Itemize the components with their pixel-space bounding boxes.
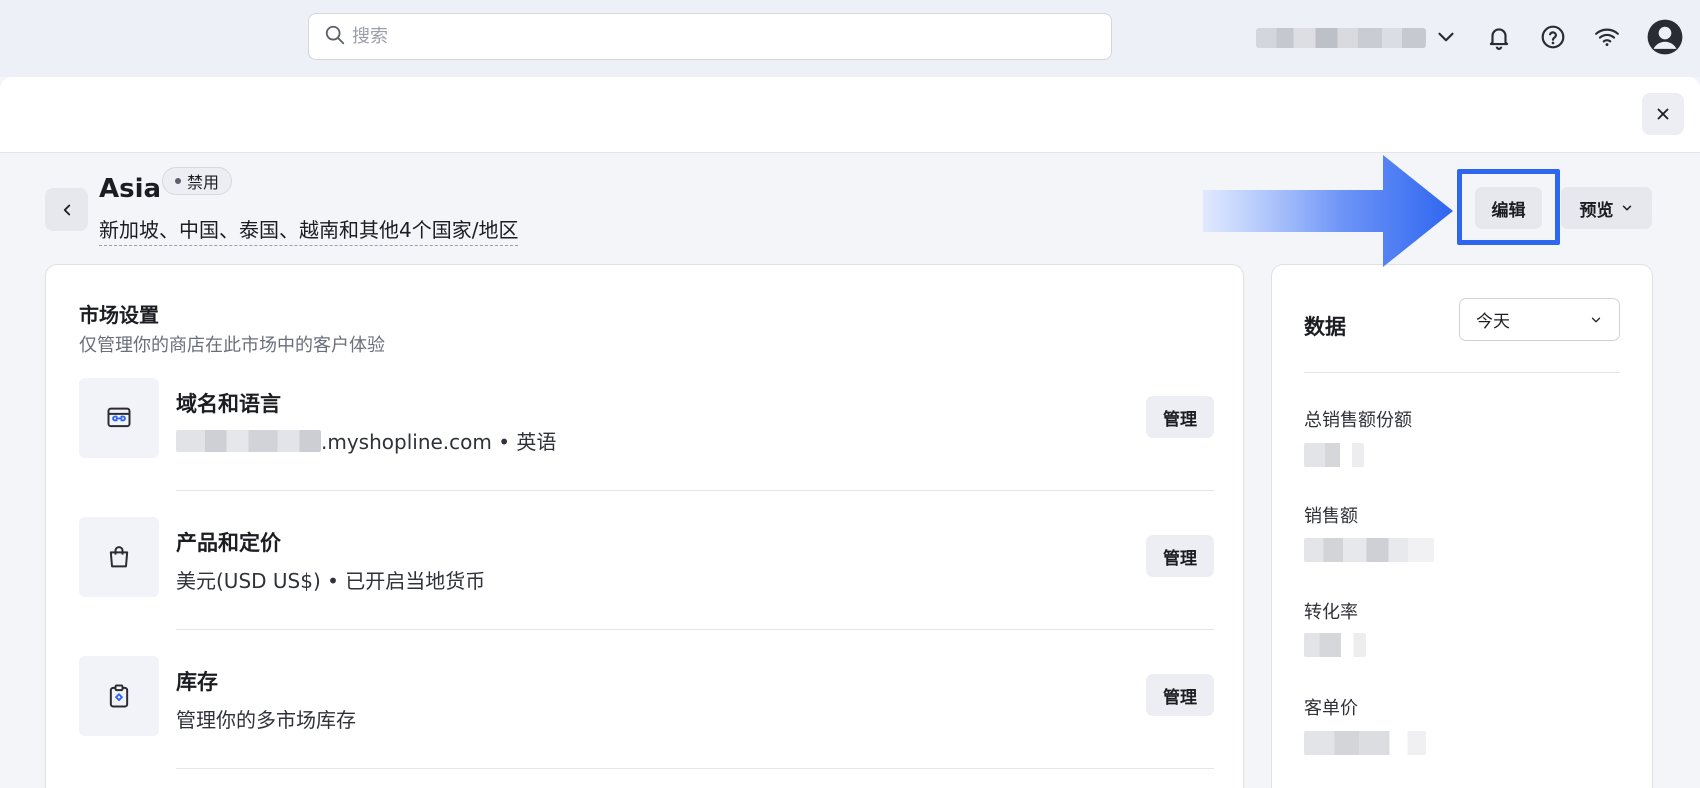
preview-label: 预览	[1579, 200, 1614, 221]
chevron-down-icon[interactable]	[1428, 19, 1464, 55]
row-divider	[176, 490, 1214, 491]
search-icon	[324, 24, 346, 50]
metric-value-redacted	[1304, 443, 1364, 467]
status-label: 禁用	[187, 173, 220, 192]
pointer-arrow-annotation	[1203, 155, 1453, 267]
search-input[interactable]	[352, 26, 1092, 47]
panel-header	[0, 77, 1700, 153]
status-badge: 禁用	[162, 167, 233, 195]
row-description: 美元(USD US$) • 已开启当地货币	[176, 569, 486, 593]
market-countries-subtitle[interactable]: 新加坡、中国、泰国、越南和其他4个国家/地区	[99, 214, 519, 246]
store-name-redacted[interactable]	[1256, 28, 1426, 48]
chevron-left-icon	[63, 204, 70, 215]
wifi-icon[interactable]	[1589, 19, 1625, 55]
metric-label-sales: 销售额	[1304, 506, 1358, 527]
page-title: Asia	[99, 174, 162, 204]
row-title: 域名和语言	[176, 392, 281, 416]
metric-label-conversion: 转化率	[1304, 602, 1358, 623]
row-title: 库存	[176, 670, 218, 694]
edit-button-highlight	[1457, 169, 1560, 245]
setting-row-domain: 域名和语言 .myshopline.com • 英语 管理	[79, 378, 1214, 517]
help-icon[interactable]	[1535, 19, 1571, 55]
row-divider	[176, 768, 1214, 769]
market-settings-title: 市场设置	[79, 303, 159, 327]
metric-label-sales-share: 总销售额份额	[1304, 410, 1412, 431]
setting-row-inventory: 库存 管理你的多市场库存 管理	[79, 656, 1214, 788]
date-range-select[interactable]: 今天	[1459, 298, 1620, 341]
chevron-down-icon	[1622, 205, 1631, 211]
close-button[interactable]	[1642, 93, 1684, 135]
manage-inventory-button[interactable]: 管理	[1146, 674, 1214, 716]
domain-link-icon	[79, 378, 159, 458]
back-button[interactable]	[45, 188, 88, 231]
data-title: 数据	[1304, 315, 1346, 339]
row-divider	[176, 629, 1214, 630]
market-settings-card: 市场设置 仅管理你的商店在此市场中的客户体验 域名和语言 .myshopline…	[45, 264, 1244, 788]
row-title: 产品和定价	[176, 531, 281, 555]
preview-button[interactable]: 预览	[1561, 187, 1652, 229]
bell-icon[interactable]	[1481, 19, 1517, 55]
metric-label-aov: 客单价	[1304, 698, 1358, 719]
date-range-value: 今天	[1476, 312, 1510, 332]
domain-redacted	[176, 429, 321, 452]
row-description: 管理你的多市场库存	[176, 708, 356, 732]
manage-domain-button[interactable]: 管理	[1146, 396, 1214, 438]
manage-products-button[interactable]: 管理	[1146, 535, 1214, 577]
metric-value-redacted	[1304, 731, 1426, 755]
setting-row-products: 产品和定价 美元(USD US$) • 已开启当地货币 管理	[79, 517, 1214, 656]
metric-value-redacted	[1304, 538, 1434, 562]
row-description: .myshopline.com • 英语	[321, 430, 557, 454]
user-avatar-icon[interactable]	[1645, 17, 1685, 57]
close-icon	[1657, 108, 1669, 120]
chevron-down-icon	[1591, 317, 1601, 322]
search-bar[interactable]	[308, 13, 1112, 60]
data-divider	[1304, 372, 1620, 373]
status-dot	[175, 178, 181, 184]
shopping-bag-icon	[79, 517, 159, 597]
metric-value-redacted	[1304, 633, 1366, 657]
market-settings-description: 仅管理你的商店在此市场中的客户体验	[79, 335, 385, 356]
data-card: 数据 今天 总销售额份额 销售额 转化率 客单价	[1271, 264, 1653, 788]
top-bar	[0, 0, 1700, 77]
clipboard-icon	[79, 656, 159, 736]
